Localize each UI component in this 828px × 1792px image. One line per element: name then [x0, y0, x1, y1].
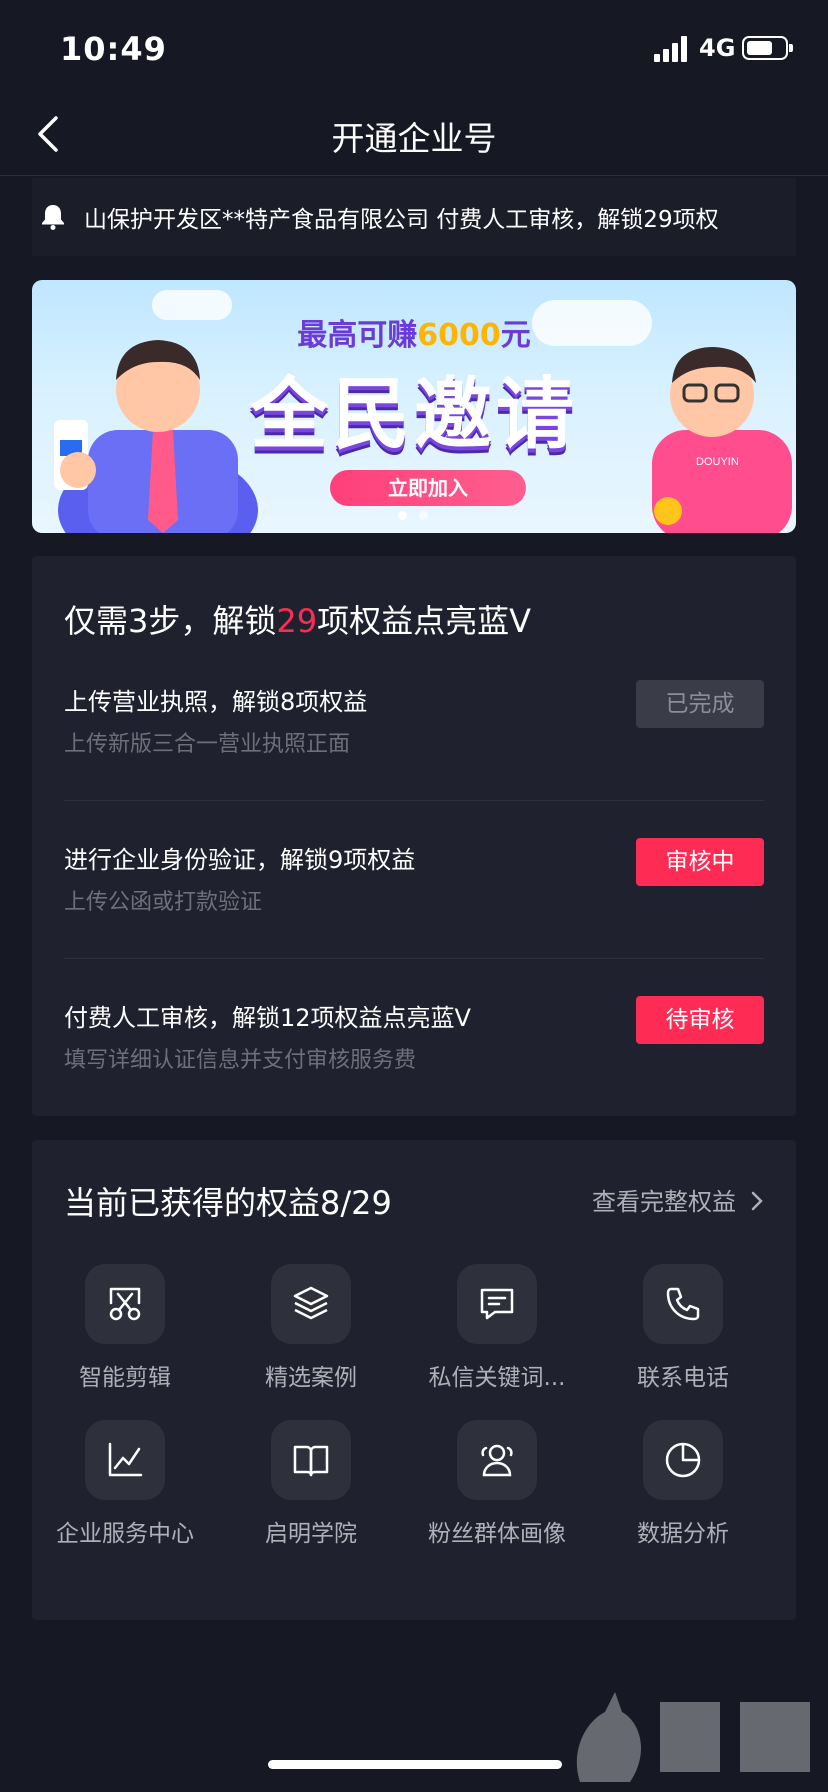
step-description: 上传新版三合一营业执照正面: [64, 732, 351, 757]
banner-headline: 全民邀请: [249, 370, 578, 460]
signal-icon: [654, 36, 690, 62]
benefit-label: 粉丝群体画像: [428, 1521, 566, 1547]
network-label: 4G: [699, 34, 736, 62]
bell-icon: [42, 205, 64, 230]
benefit-icon-wrapper: [457, 1264, 537, 1344]
pie-chart-icon: [665, 1442, 701, 1478]
notice-text: 山保护开发区**特产食品有限公司 付费人工审核，解锁29项权: [84, 207, 719, 233]
divider: [64, 800, 764, 801]
benefit-item[interactable]: 智能剪辑: [32, 1264, 218, 1392]
home-indicator[interactable]: [268, 1760, 562, 1769]
step-description: 填写详细认证信息并支付审核服务费: [64, 1048, 417, 1073]
watermark-logo: [576, 1692, 810, 1782]
benefit-icon-wrapper: [271, 1264, 351, 1344]
benefit-item[interactable]: 启明学院: [218, 1420, 404, 1548]
battery-icon: [742, 36, 793, 60]
banner-subtitle-suffix: 元: [500, 318, 531, 353]
benefit-label: 智能剪辑: [79, 1365, 171, 1391]
step-title: 付费人工审核，解锁12项权益点亮蓝V: [64, 1004, 471, 1032]
banner-subtitle: 最高可赚6000元: [32, 310, 796, 354]
benefit-label: 启明学院: [265, 1521, 357, 1547]
step-item[interactable]: 付费人工审核，解锁12项权益点亮蓝V 填写详细认证信息并支付审核服务费 待审核: [64, 996, 764, 1156]
benefit-icon-wrapper: [85, 1420, 165, 1500]
steps-title-suffix: 项权益点亮蓝V: [317, 602, 531, 640]
verification-steps-card: 仅需3步，解锁29项权益点亮蓝V 上传营业执照，解锁8项权益 上传新版三合一营业…: [32, 556, 796, 1116]
chart-line-icon: [108, 1442, 143, 1477]
step-status-button[interactable]: 待审核: [636, 996, 764, 1044]
banner-amount: 6000: [417, 318, 501, 353]
benefit-label: 精选案例: [265, 1365, 357, 1391]
battery-level: [747, 41, 772, 55]
view-all-benefits-link[interactable]: 查看完整权益: [592, 1182, 764, 1217]
message-icon: [480, 1288, 514, 1320]
join-now-button[interactable]: 立即加入: [330, 470, 526, 506]
benefit-label: 企业服务中心: [56, 1521, 194, 1547]
benefit-item[interactable]: 粉丝群体画像: [404, 1420, 590, 1548]
benefit-label: 数据分析: [637, 1521, 729, 1547]
step-status-button[interactable]: 审核中: [636, 838, 764, 886]
benefit-item[interactable]: 联系电话: [590, 1264, 776, 1392]
status-time: 10:49: [60, 30, 167, 68]
benefit-item[interactable]: 私信关键词...: [404, 1264, 590, 1392]
steps-title-prefix: 仅需3步，解锁: [64, 602, 277, 640]
banner-subtitle-prefix: 最高可赚: [297, 318, 418, 353]
step-description: 上传公函或打款验证: [64, 890, 263, 915]
promo-banner[interactable]: DOUYIN 最高可赚6000元 全民邀请 立即加入: [32, 280, 796, 533]
steps-title-highlight: 29: [276, 602, 318, 640]
notice-bar[interactable]: 山保护开发区**特产食品有限公司 付费人工审核，解锁29项权: [32, 178, 796, 256]
phone-icon: [666, 1287, 700, 1321]
steps-title: 仅需3步，解锁29项权益点亮蓝V: [64, 596, 531, 642]
benefit-icon-wrapper: [85, 1264, 165, 1344]
step-status-button[interactable]: 已完成: [636, 680, 764, 728]
scissors-icon: [109, 1287, 141, 1321]
benefit-icon-wrapper: [457, 1420, 537, 1500]
layers-icon: [293, 1286, 329, 1320]
benefits-card: 当前已获得的权益8/29 查看完整权益 智能剪辑 精选案例 私信关键词... 联…: [32, 1140, 796, 1620]
benefit-item[interactable]: 精选案例: [218, 1264, 404, 1392]
benefit-icon-wrapper: [643, 1420, 723, 1500]
benefits-title: 当前已获得的权益8/29: [64, 1184, 392, 1222]
status-bar: 10:49 4G: [0, 0, 828, 96]
banner-pagination: [392, 505, 434, 524]
pagination-dot[interactable]: [419, 511, 428, 520]
view-all-benefits-label: 查看完整权益: [592, 1188, 736, 1216]
step-title: 进行企业身份验证，解锁9项权益: [64, 846, 416, 874]
divider: [64, 958, 764, 959]
benefit-icon-wrapper: [271, 1420, 351, 1500]
page-title: 开通企业号: [331, 119, 497, 158]
step-title: 上传营业执照，解锁8项权益: [64, 688, 368, 716]
benefit-icon-wrapper: [643, 1264, 723, 1344]
chevron-right-icon: [751, 1191, 763, 1211]
pagination-dot[interactable]: [398, 511, 407, 520]
benefit-label: 私信关键词...: [428, 1365, 566, 1391]
nav-bar: 开通企业号: [0, 96, 828, 176]
benefit-label: 联系电话: [637, 1365, 729, 1391]
book-icon: [293, 1445, 329, 1477]
step-item[interactable]: 上传营业执照，解锁8项权益 上传新版三合一营业执照正面 已完成: [64, 680, 764, 840]
step-item[interactable]: 进行企业身份验证，解锁9项权益 上传公函或打款验证 审核中: [64, 838, 764, 998]
benefit-item[interactable]: 企业服务中心: [32, 1420, 218, 1548]
users-icon: [481, 1444, 513, 1477]
benefit-item[interactable]: 数据分析: [590, 1420, 776, 1548]
